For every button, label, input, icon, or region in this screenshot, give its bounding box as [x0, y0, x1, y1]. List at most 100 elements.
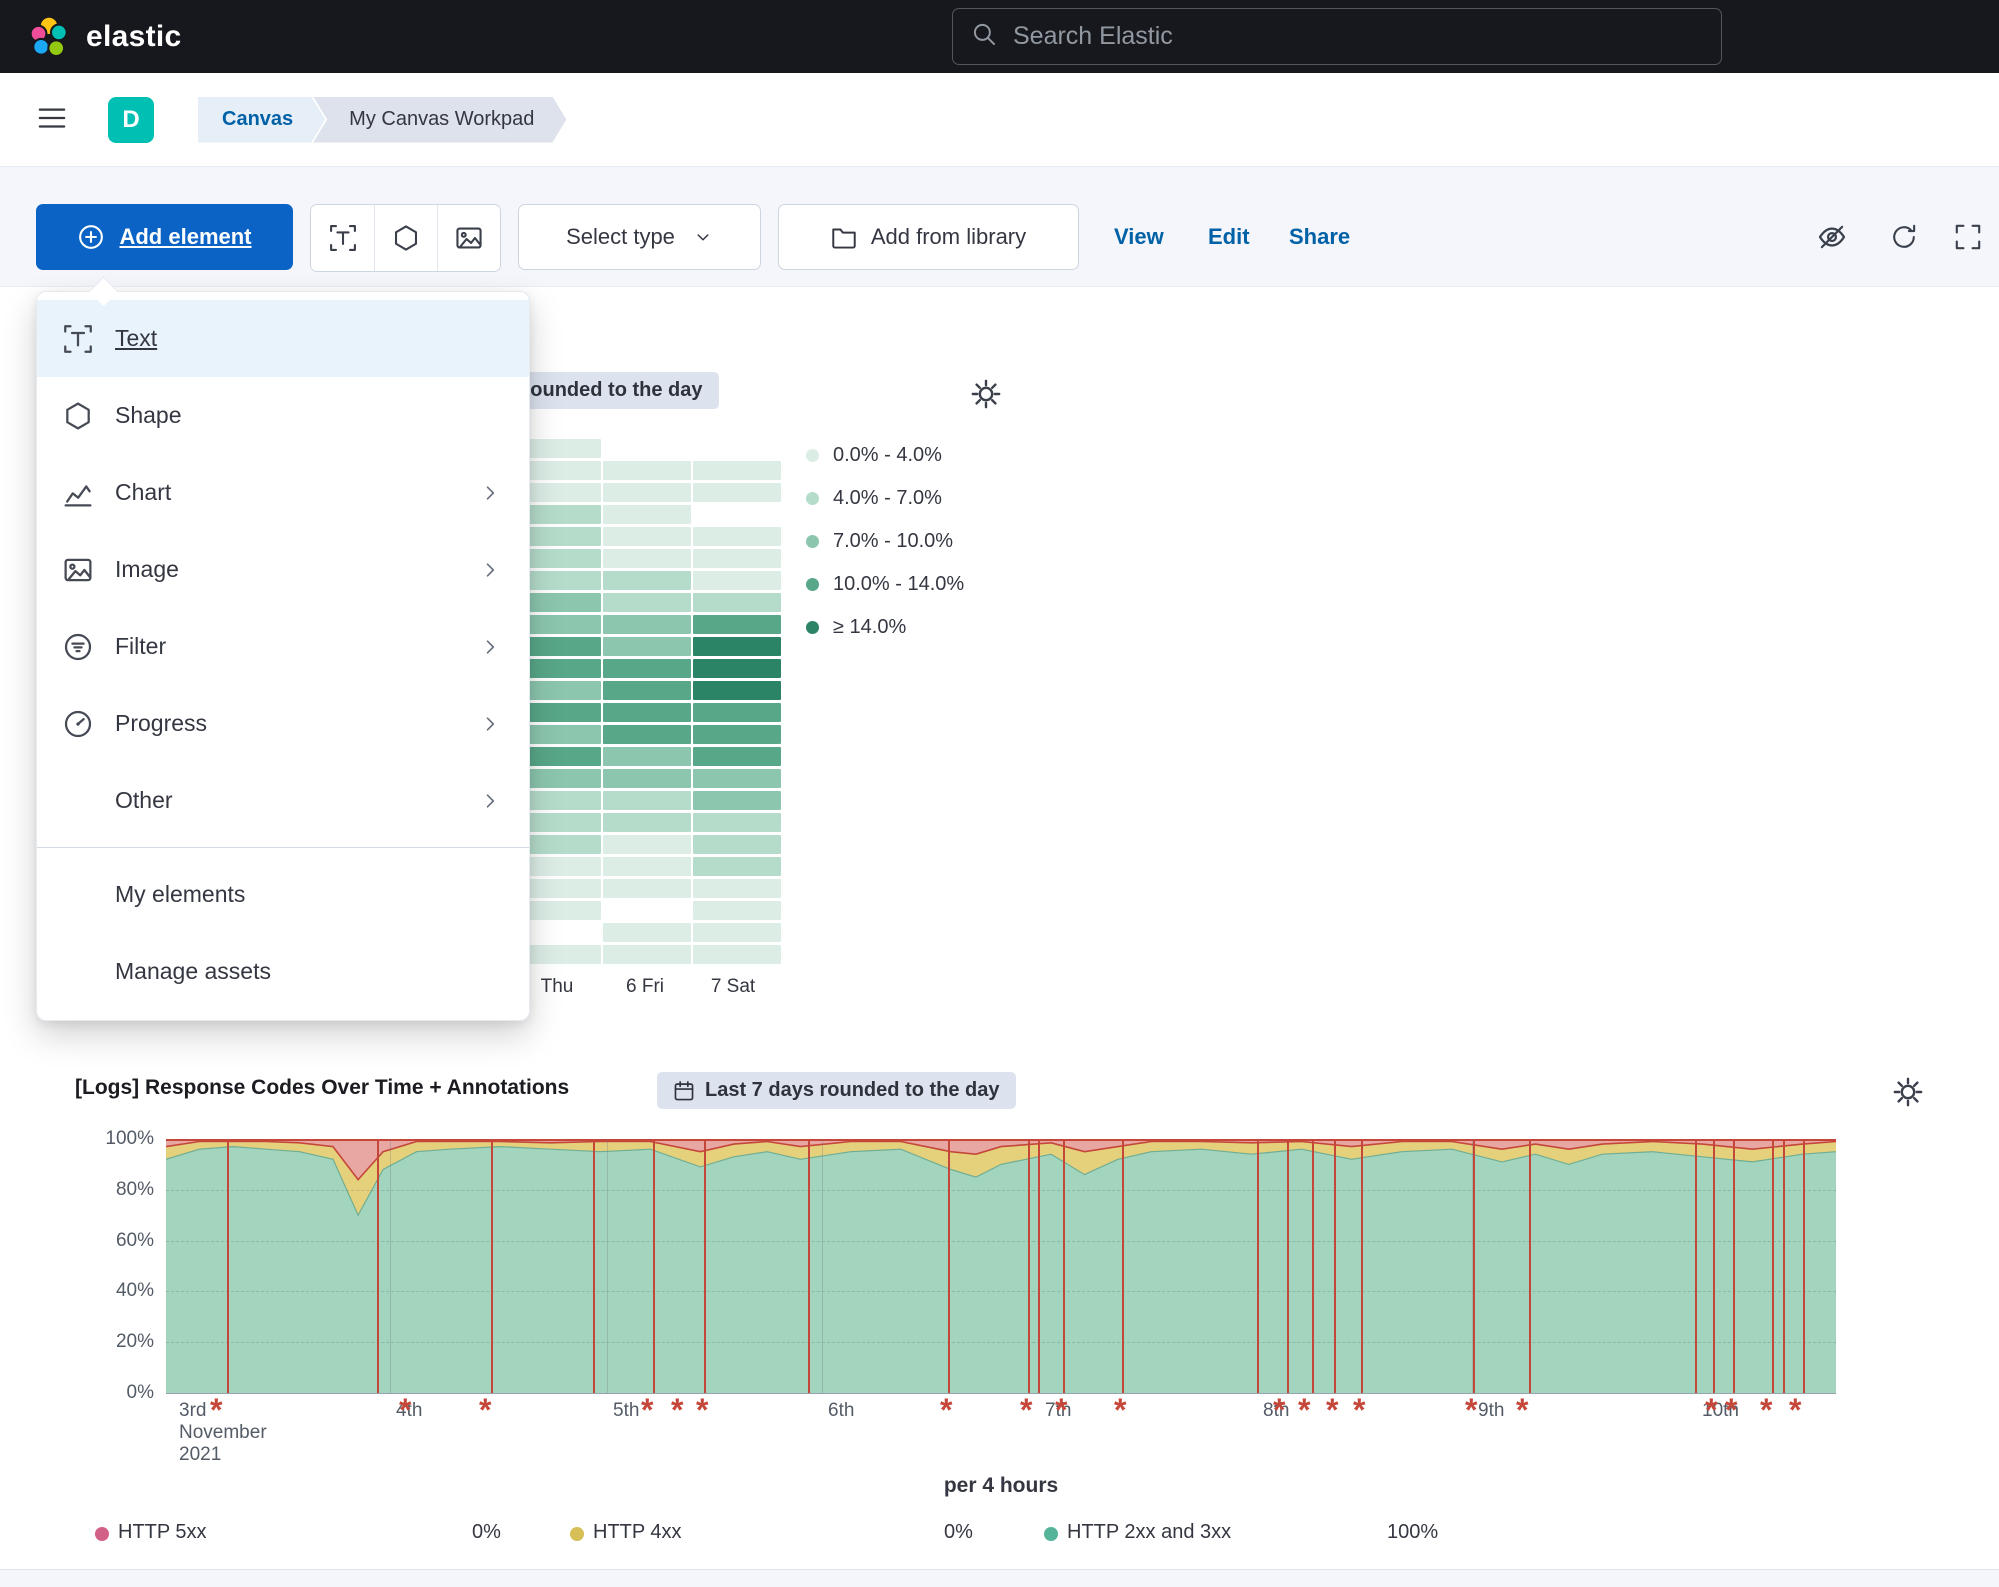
- menu-item-label: Filter: [115, 633, 166, 660]
- legend-label: 7.0% - 10.0%: [833, 530, 953, 553]
- heatmap-legend-item[interactable]: ≥ 14.0%: [806, 612, 964, 643]
- heatmap-cell: [693, 857, 781, 876]
- breadcrumb-workpad[interactable]: My Canvas Workpad: [313, 97, 566, 143]
- text-icon: [329, 224, 357, 252]
- response-time-filter-badge[interactable]: Last 7 days rounded to the day: [657, 1072, 1016, 1109]
- add-from-library-label: Add from library: [871, 224, 1026, 250]
- heatmap-cell: [693, 659, 781, 678]
- legend-dot: [806, 449, 819, 462]
- shape-tool-button[interactable]: [374, 205, 437, 271]
- legend-label[interactable]: HTTP 4xx: [593, 1518, 682, 1546]
- menu-item-image[interactable]: Image: [37, 531, 529, 608]
- add-element-menu: TextShape Chart Image Filter ProgressOther My…: [36, 291, 530, 1021]
- heatmap-legend-item[interactable]: 4.0% - 7.0%: [806, 483, 964, 514]
- global-search: [952, 8, 1722, 65]
- global-header: elastic: [0, 0, 1999, 73]
- menu-item-my-elements[interactable]: My elements: [37, 856, 529, 933]
- hide-editing-controls-button[interactable]: [1813, 218, 1851, 256]
- x-axis-sublabel: November: [179, 1422, 267, 1444]
- heatmap-cell: [693, 813, 781, 832]
- heatmap-cell: [693, 945, 781, 964]
- annotation-mark: *: [1273, 1394, 1285, 1426]
- annotation-mark: *: [1055, 1394, 1067, 1426]
- icon-placeholder: [63, 786, 93, 816]
- image-tool-button[interactable]: [437, 205, 500, 271]
- menu-item-label: Chart: [115, 479, 171, 506]
- calendar-icon: [673, 1080, 695, 1102]
- heatmap-cell: [603, 461, 691, 480]
- menu-item-filter[interactable]: Filter: [37, 608, 529, 685]
- share-link[interactable]: Share: [1289, 204, 1350, 270]
- annotation-line: [1733, 1139, 1735, 1393]
- annotation-line: [377, 1139, 379, 1393]
- response-time-filter-label: Last 7 days rounded to the day: [705, 1079, 1000, 1102]
- refresh-icon: [1890, 223, 1918, 251]
- y-gridline: [166, 1241, 1836, 1242]
- heatmap-cell: [693, 681, 781, 700]
- gear-icon: [970, 378, 1002, 410]
- heatmap-legend: 0.0% - 4.0% 4.0% - 7.0% 7.0% - 10.0% 10.0% …: [806, 440, 964, 643]
- refresh-button[interactable]: [1885, 218, 1923, 256]
- hamburger-icon: [37, 103, 67, 136]
- heatmap-cell: [693, 615, 781, 634]
- annotation-line: [1803, 1139, 1805, 1393]
- menu-item-other[interactable]: Other: [37, 762, 529, 839]
- legend-label[interactable]: HTTP 5xx: [118, 1518, 207, 1546]
- heatmap-cell: [603, 813, 691, 832]
- menu-item-progress[interactable]: Progress: [37, 685, 529, 762]
- add-from-library-button[interactable]: Add from library: [778, 204, 1079, 270]
- fullscreen-icon: [1954, 223, 1982, 251]
- text-icon: [63, 324, 93, 354]
- add-element-button[interactable]: Add element: [36, 204, 293, 270]
- heatmap-legend-item[interactable]: 10.0% - 14.0%: [806, 569, 964, 600]
- heatmap-cell: [693, 637, 781, 656]
- search-input[interactable]: [1011, 21, 1703, 52]
- heatmap-cell: [603, 615, 691, 634]
- legend-label: ≥ 14.0%: [833, 616, 906, 639]
- heatmap-legend-item[interactable]: 7.0% - 10.0%: [806, 526, 964, 557]
- heatmap-cell: [693, 571, 781, 590]
- menu-hamburger-button[interactable]: [30, 98, 74, 142]
- annotation-mark: *: [479, 1394, 491, 1426]
- folder-icon: [831, 224, 857, 250]
- breadcrumb-canvas[interactable]: Canvas: [198, 97, 325, 143]
- legend-label[interactable]: HTTP 2xx and 3xx: [1067, 1518, 1231, 1546]
- elastic-logo[interactable]: [28, 16, 70, 58]
- menu-item-shape[interactable]: Shape: [37, 377, 529, 454]
- heatmap-cell: [603, 483, 691, 502]
- chevron-right-icon: [479, 559, 501, 581]
- edit-link[interactable]: Edit: [1208, 204, 1250, 270]
- heatmap-cell: [693, 835, 781, 854]
- legend-value: 100%: [1387, 1518, 1438, 1546]
- response-chart-settings-button[interactable]: [1888, 1072, 1928, 1112]
- menu-item-chart[interactable]: Chart: [37, 454, 529, 531]
- annotation-line: [1287, 1139, 1289, 1393]
- annotation-mark: *: [696, 1394, 708, 1426]
- menu-item-manage-assets[interactable]: Manage assets: [37, 933, 529, 1010]
- heatmap-cell: [603, 769, 691, 788]
- x-axis-label: 3rd: [179, 1400, 206, 1422]
- text-tool-button[interactable]: [311, 205, 374, 271]
- heatmap-legend-item[interactable]: 0.0% - 4.0%: [806, 440, 964, 471]
- heatmap-cell: [603, 527, 691, 546]
- plus-circle-icon: [77, 223, 105, 251]
- heatmap-settings-button[interactable]: [966, 374, 1006, 414]
- annotation-mark: *: [641, 1394, 653, 1426]
- page-footer-strip: [0, 1569, 1999, 1587]
- heatmap-cell: [693, 505, 781, 524]
- menu-item-text[interactable]: Text: [37, 300, 529, 377]
- annotation-mark: *: [1725, 1394, 1737, 1426]
- day-gridline: [390, 1139, 391, 1393]
- annotation-line: [227, 1139, 229, 1393]
- annotation-mark: *: [1020, 1394, 1032, 1426]
- heatmap-cell: [603, 791, 691, 810]
- fullscreen-button[interactable]: [1949, 218, 1987, 256]
- chevron-down-icon: [693, 227, 713, 247]
- view-link[interactable]: View: [1114, 204, 1164, 270]
- space-avatar[interactable]: D: [108, 97, 154, 143]
- heatmap-cell: [603, 593, 691, 612]
- select-type-dropdown[interactable]: Select type: [518, 204, 761, 270]
- search-icon: [971, 21, 997, 52]
- heatmap-cell: [603, 659, 691, 678]
- legend-dot: [570, 1527, 584, 1541]
